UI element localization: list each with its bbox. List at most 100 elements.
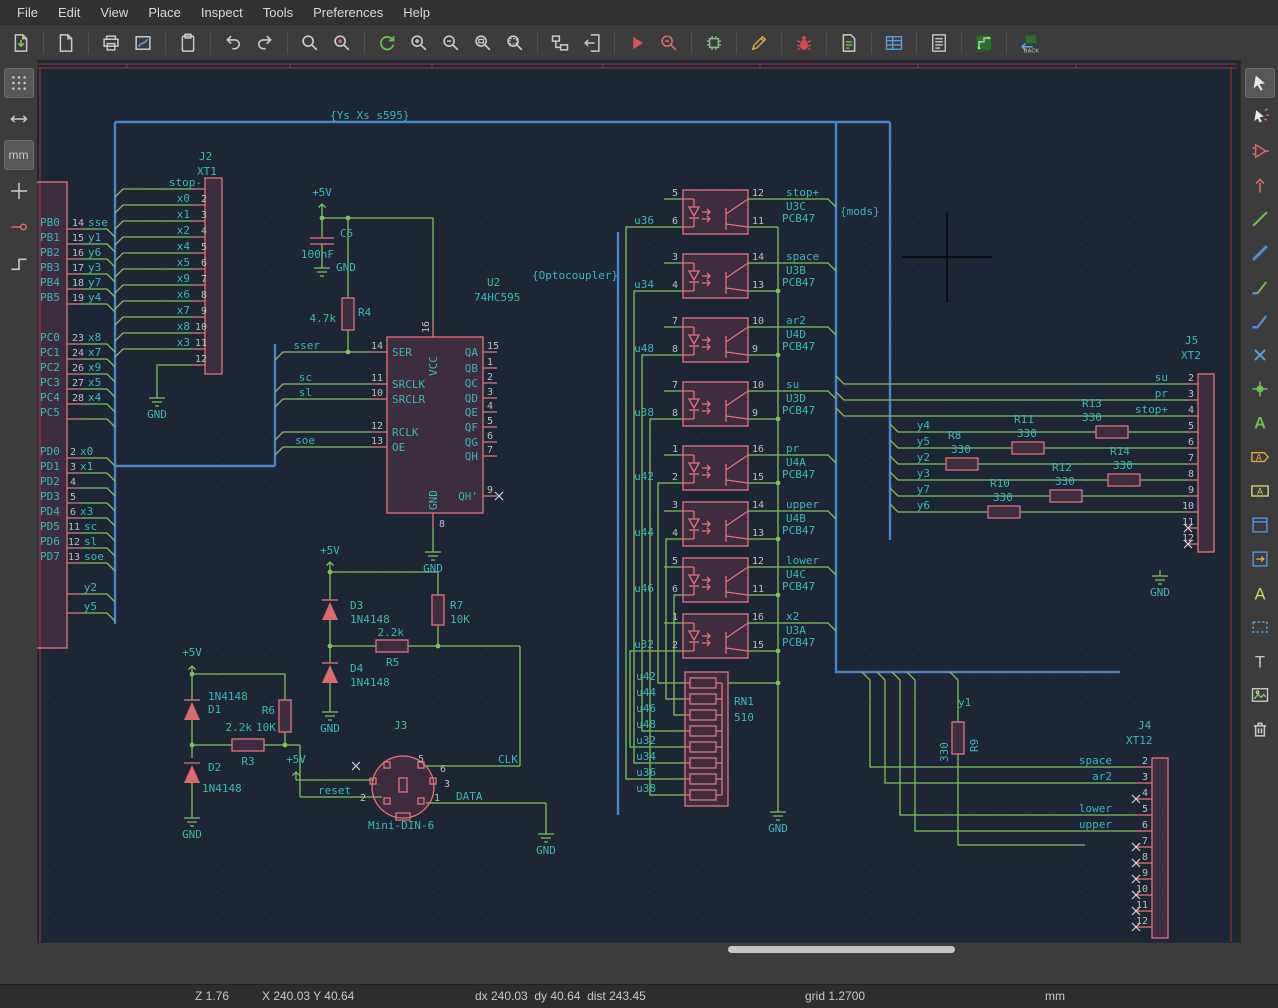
place-power-tool-button[interactable]	[1245, 170, 1275, 200]
schematic-canvas[interactable]: {Ys Xs s595}{Optocoupler}{mods}J2XT1stop…	[37, 60, 1237, 942]
r6-resistor[interactable]	[279, 700, 291, 732]
junction-tool-button[interactable]	[1245, 374, 1275, 404]
grid-toggle-button[interactable]	[4, 68, 34, 98]
zoom-selection-button[interactable]	[500, 28, 530, 58]
schematic-label: PCB47	[782, 340, 815, 353]
zoom-in-button[interactable]	[404, 28, 434, 58]
menu-help[interactable]: Help	[394, 2, 439, 23]
hidden-pins-toggle-button[interactable]	[4, 212, 34, 242]
r9-resistor[interactable]	[952, 722, 964, 754]
highlight-net-tool-button[interactable]	[1245, 102, 1275, 132]
sheet-settings-button[interactable]	[51, 28, 81, 58]
units-inch-button[interactable]	[4, 104, 34, 134]
wire-to-bus-entry-tool-button[interactable]	[1245, 272, 1275, 302]
generate-netlist-button[interactable]	[834, 28, 864, 58]
optocoupler-u4a[interactable]	[683, 446, 748, 490]
menu-tools[interactable]: Tools	[254, 2, 302, 23]
zoom-out-button[interactable]	[436, 28, 466, 58]
menu-view[interactable]: View	[91, 2, 137, 23]
r5-resistor[interactable]	[376, 640, 408, 652]
symbol-fields-table-button[interactable]	[879, 28, 909, 58]
no-connect-tool-button[interactable]	[1245, 340, 1275, 370]
simulation-probe-button[interactable]	[654, 28, 684, 58]
run-simulation-button[interactable]	[622, 28, 652, 58]
paste-button[interactable]	[173, 28, 203, 58]
r13-resistor[interactable]	[1096, 426, 1128, 438]
bus-to-bus-entry-tool-button[interactable]	[1245, 306, 1275, 336]
schematic-label: x8	[88, 331, 101, 344]
bus-tool-button[interactable]	[1245, 238, 1275, 268]
r4-resistor[interactable]	[342, 298, 354, 330]
optocoupler-u4c[interactable]	[683, 558, 748, 602]
global-label-tool-button[interactable]	[1245, 442, 1275, 472]
place-symbol-tool-button[interactable]	[1245, 136, 1275, 166]
menu-file[interactable]: File	[8, 2, 47, 23]
horizontal-scrollbar[interactable]	[728, 946, 955, 953]
menu-preferences[interactable]: Preferences	[304, 2, 392, 23]
cursor-shape-toggle-button[interactable]	[4, 176, 34, 206]
schematic-label: +5V	[182, 646, 202, 659]
image-tool-button[interactable]	[1245, 680, 1275, 710]
optocoupler-u4d[interactable]	[683, 318, 748, 362]
j5-connector[interactable]	[1198, 374, 1214, 552]
graphic-shape-tool-button[interactable]	[1245, 612, 1275, 642]
find-replace-button[interactable]	[327, 28, 357, 58]
symbol-library-browser-button[interactable]	[699, 28, 729, 58]
save-button[interactable]	[6, 28, 36, 58]
schematic-label: R10	[990, 477, 1010, 490]
menu-edit[interactable]: Edit	[49, 2, 89, 23]
plot-button[interactable]	[128, 28, 158, 58]
generate-bom-button[interactable]	[924, 28, 954, 58]
schematic-label: 2	[1188, 373, 1194, 384]
optocoupler-u3a[interactable]	[683, 614, 748, 658]
redo-button[interactable]	[250, 28, 280, 58]
schematic-label: 9	[752, 344, 758, 355]
hierarchical-label-tool-button[interactable]	[1245, 476, 1275, 506]
undo-button[interactable]	[218, 28, 248, 58]
zoom-fit-button[interactable]	[468, 28, 498, 58]
r8-resistor[interactable]	[946, 458, 978, 470]
r12-resistor[interactable]	[1050, 490, 1082, 502]
units-mm-button[interactable]: mm	[4, 140, 34, 170]
schematic-label: y3	[88, 261, 101, 274]
rn1-network[interactable]	[685, 672, 728, 806]
schematic-label: 330	[1113, 459, 1133, 472]
navigate-hierarchy-button[interactable]	[545, 28, 575, 58]
leave-sheet-button[interactable]	[577, 28, 607, 58]
hv-wires-toggle-button[interactable]	[4, 248, 34, 278]
j4-connector[interactable]	[1152, 758, 1168, 938]
find-button[interactable]	[295, 28, 325, 58]
wire-tool-button[interactable]	[1245, 204, 1275, 234]
schematic-label: DATA	[456, 790, 483, 803]
delete-tool-button[interactable]	[1245, 714, 1275, 744]
optocoupler-u4b[interactable]	[683, 502, 748, 546]
refresh-button[interactable]	[372, 28, 402, 58]
schematic-label: 16	[72, 248, 84, 259]
cursor-delta: dx 240.03 dy 40.64 dist 243.45	[475, 989, 646, 1003]
print-button[interactable]	[96, 28, 126, 58]
optocoupler-u3c[interactable]	[683, 190, 748, 234]
graphic-text-tool-button[interactable]	[1245, 646, 1275, 676]
optocoupler-u3b[interactable]	[683, 254, 748, 298]
r3-resistor[interactable]	[232, 739, 264, 751]
open-pcbnew-button[interactable]	[969, 28, 999, 58]
schematic-label: R8	[948, 429, 961, 442]
j2-connector[interactable]	[205, 178, 222, 374]
menu-inspect[interactable]: Inspect	[192, 2, 252, 23]
hierarchical-sheet-tool-button[interactable]	[1245, 510, 1275, 540]
import-sheet-pin-tool-button[interactable]	[1245, 544, 1275, 574]
r14-resistor[interactable]	[1108, 474, 1140, 486]
r10-resistor[interactable]	[988, 506, 1020, 518]
schematic-label: 15	[752, 640, 764, 651]
back-annotate-button[interactable]	[1014, 28, 1044, 58]
schematic-label: R6	[262, 704, 275, 717]
net-label-tool-button[interactable]	[1245, 408, 1275, 438]
menu-place[interactable]: Place	[139, 2, 190, 23]
optocoupler-u3d[interactable]	[683, 382, 748, 426]
r7-resistor[interactable]	[432, 595, 444, 625]
erc-button[interactable]	[789, 28, 819, 58]
select-tool-button[interactable]	[1245, 68, 1275, 98]
annotate-button[interactable]	[744, 28, 774, 58]
r11-resistor[interactable]	[1012, 442, 1044, 454]
text-tool-button[interactable]	[1245, 578, 1275, 608]
